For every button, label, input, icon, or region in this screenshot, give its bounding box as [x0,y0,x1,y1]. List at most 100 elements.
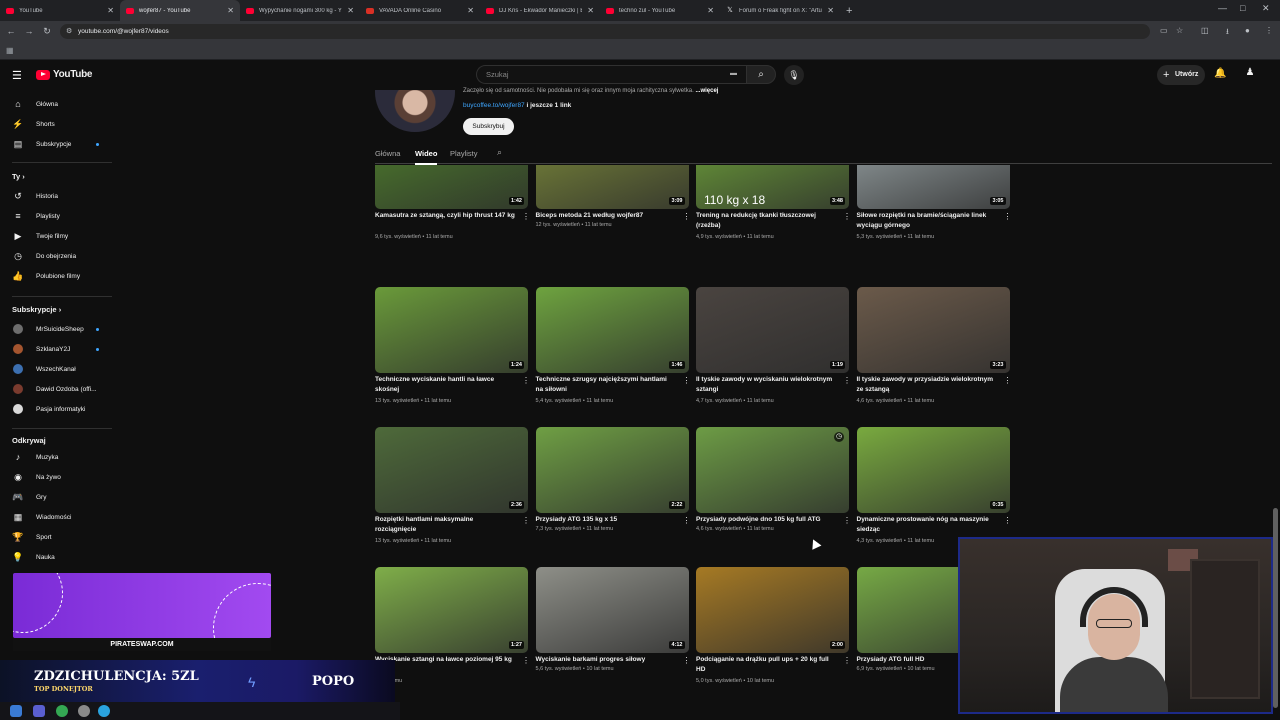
video-title[interactable]: Przysiady ATG 135 kg x 15 [536,515,676,525]
video-menu-icon[interactable]: ⋮ [1004,516,1012,525]
video-thumbnail[interactable]: 2:22 [535,427,689,513]
video-thumbnail[interactable]: 1:46 [535,287,689,373]
video-title[interactable]: Rozpiętki hantlami maksymalne rozciągnię… [375,515,515,535]
new-tab-icon[interactable]: + [846,5,852,17]
browser-tab[interactable]: 𝕏 Forum o Freak fight on X: "Artu ✕ [720,0,840,21]
profile-icon[interactable]: ● [1245,26,1250,35]
subscribe-button[interactable]: Subskrybuj [463,118,514,135]
search-button[interactable]: ⌕ [746,65,776,84]
sidebar-item[interactable]: ↺ Historia [0,186,110,206]
tab-playlists[interactable]: Playlisty [450,149,478,158]
video-thumbnail[interactable]: 3:05 [856,165,1010,209]
tab-close-icon[interactable]: ✕ [107,6,114,15]
video-thumbnail[interactable]: 4:12 [535,567,689,653]
channel-description[interactable]: Zaczęło się od samotności. Nie podobała … [463,88,718,94]
sidebar-item[interactable]: 👍 Polubione filmy [0,266,110,286]
sidebar-item[interactable]: ≡ Playlisty [0,206,110,226]
start-icon[interactable] [10,705,22,717]
browser-tab[interactable]: techno żul - YouTube ✕ [600,0,720,21]
video-title[interactable]: Techniczne wyciskanie hantli na ławce sk… [375,375,515,395]
sidebar-item[interactable]: SzklanaY2J [0,339,110,359]
sidebar-item[interactable]: 💡 Nauka [0,547,110,567]
sidebar-item[interactable]: Pasja informatyki [0,399,110,419]
more-link[interactable]: ...więcej [695,88,718,94]
reload-icon[interactable]: ↻ [38,26,56,37]
sidebar-item[interactable]: ▤ Subskrypcje [0,134,110,154]
section-heading-you[interactable]: Ty › [12,172,25,181]
video-title[interactable]: II tyskie zawody w wyciskaniu wielokrotn… [696,375,836,395]
create-button[interactable]: + Utwórz [1157,65,1205,85]
site-info-icon[interactable]: ⚙ [66,24,72,39]
cast-icon[interactable]: ▭ [1160,26,1168,35]
menu-icon[interactable]: ☰ [12,69,22,82]
video-menu-icon[interactable]: ⋮ [683,212,691,221]
video-thumbnail[interactable]: 110 kg x 18 3:48 [696,165,849,209]
tab-close-icon[interactable]: ✕ [587,6,594,15]
video-menu-icon[interactable]: ⋮ [522,212,530,221]
browser-menu-icon[interactable]: ⋮ [1265,26,1273,35]
video-thumbnail[interactable]: 3:09 [535,165,689,209]
section-heading-subscriptions[interactable]: Subskrypcje › [12,305,61,314]
video-thumbnail[interactable]: 2:00 [696,567,849,653]
video-menu-icon[interactable]: ⋮ [522,376,530,385]
sidebar-item[interactable]: 🏆 Sport [0,527,110,547]
channel-link-more[interactable]: i jeszcze 1 link [526,102,571,109]
browser-tab[interactable]: YouTube ✕ [0,0,120,21]
chrome-icon[interactable] [56,705,68,717]
tab-close-icon[interactable]: ✕ [827,6,834,15]
section-heading-explore[interactable]: Odkrywaj [12,436,46,445]
video-thumbnail[interactable]: 1:42 [375,165,528,209]
telegram-icon[interactable] [98,705,110,717]
notifications-icon[interactable]: 🔔 [1214,68,1226,79]
extensions-icon[interactable]: ◫ [1201,26,1209,35]
account-avatar[interactable]: ♟ [1244,67,1256,81]
sidebar-item[interactable]: WszechKanał [0,359,110,379]
browser-tab[interactable]: wojfer87 - YouTube ✕ [120,0,240,21]
video-card[interactable]: ◷ Przysiady podwójne dno 105 kg full ATG 4… [696,427,851,557]
maximize-icon[interactable]: □ [1240,3,1245,13]
sidebar-item[interactable]: ⌂ Główna [0,94,110,114]
video-title[interactable]: Trening na redukcję tkanki tłuszczowej (… [696,211,836,231]
video-card[interactable]: 3:09 Biceps metoda 21 według wojfer87 12 t… [535,165,691,253]
video-title[interactable]: Wyciskanie barkami progres siłowy [536,655,676,665]
video-menu-icon[interactable]: ⋮ [843,516,851,525]
download-icon[interactable]: ⭳ [1226,26,1229,40]
scrollbar-thumb[interactable] [1273,508,1278,708]
video-title[interactable]: Kamasutra ze sztangą, czyli hip thrust 1… [375,211,515,221]
video-title[interactable]: Siłowe rozpiętki na bramie/ściąganie lin… [857,211,997,231]
video-menu-icon[interactable]: ⋮ [843,656,851,665]
video-title[interactable]: Techniczne szrugsy najcięższymi hantlami… [536,375,676,395]
channel-search-icon[interactable]: ⌕ [497,147,502,158]
video-card[interactable]: 2:00 Podciąganie na drążku pull ups + 20 … [696,567,851,695]
address-bar[interactable]: ⚙ youtube.com/@wojfer87/videos [60,24,1150,39]
tab-close-icon[interactable]: ✕ [227,6,234,15]
channel-links[interactable]: buycoffee.to/wojfer87 i jeszcze 1 link [463,102,571,109]
window-close-icon[interactable]: ✕ [1262,3,1270,14]
video-menu-icon[interactable]: ⋮ [683,516,691,525]
video-title[interactable]: Dynamiczne prostowanie nóg na maszynie s… [857,515,997,535]
video-menu-icon[interactable]: ⋮ [683,376,691,385]
video-thumbnail[interactable]: 0:35 [856,427,1010,513]
keyboard-icon[interactable]: ▬ [730,70,737,77]
voice-search-button[interactable]: 🎙 [784,65,804,85]
video-card[interactable]: 1:19 II tyskie zawody w wyciskaniu wielok… [696,287,851,417]
video-title[interactable]: Wyciskanie sztangi na ławce poziomej 95 … [375,655,515,665]
sidebar-item[interactable]: ◉ Na żywo [0,467,110,487]
forward-icon[interactable]: → [20,26,38,36]
search-input[interactable]: Szukaj [476,65,746,84]
video-menu-icon[interactable]: ⋮ [522,516,530,525]
tab-home[interactable]: Główna [375,149,400,158]
video-menu-icon[interactable]: ⋮ [683,656,691,665]
video-menu-icon[interactable]: ⋮ [522,656,530,665]
video-card[interactable]: 3:05 Siłowe rozpiętki na bramie/ściąganie… [856,165,1012,253]
channel-avatar[interactable] [375,90,455,132]
sidebar-item[interactable]: ⚡ Shorts [0,114,110,134]
sidebar-item[interactable]: 🎮 Gry [0,487,110,507]
browser-tab[interactable]: VAVADA Online Casino ✕ [360,0,480,21]
video-card[interactable]: 2:36 Rozpiętki hantlami maksymalne rozcią… [375,427,530,557]
minimize-icon[interactable]: — [1218,3,1227,13]
video-card[interactable]: 1:46 Techniczne szrugsy najcięższymi hant… [535,287,691,417]
video-menu-icon[interactable]: ⋮ [1004,376,1012,385]
video-menu-icon[interactable]: ⋮ [843,376,851,385]
video-card[interactable]: 1:27 Wyciskanie sztangi na ławce poziomej… [375,567,530,695]
